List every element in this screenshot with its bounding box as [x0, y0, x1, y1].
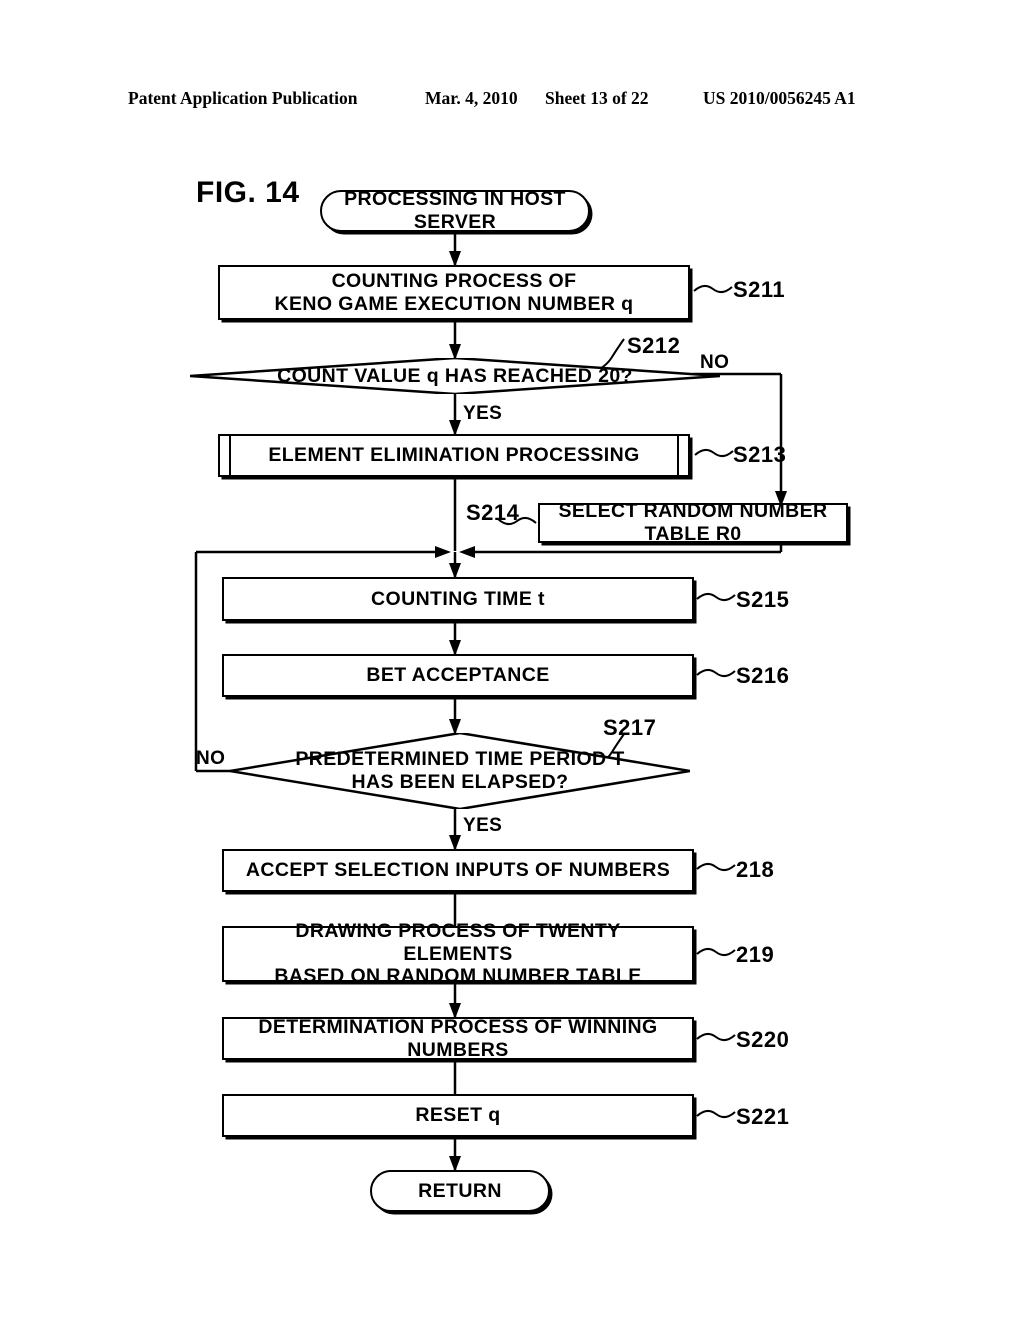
node-219-line1: DRAWING PROCESS OF TWENTY ELEMENTS [295, 920, 621, 965]
node-s213[interactable]: ELEMENT ELIMINATION PROCESSING [218, 434, 690, 477]
branch-label-s212-no: NO [700, 352, 730, 373]
node-s212-line1: COUNT VALUE q HAS REACHED 20? [277, 364, 633, 387]
step-ref-s214: S214 [466, 500, 520, 525]
branch-label-s212-yes: YES [463, 403, 503, 424]
node-s211[interactable]: COUNTING PROCESS OF KENO GAME EXECUTION … [218, 265, 690, 320]
node-s221[interactable]: RESET q [222, 1094, 694, 1137]
node-s217-line1: PREDETERMINED TIME PERIOD T [295, 748, 625, 771]
flow-start-terminal[interactable]: PROCESSING IN HOST SERVER [320, 188, 590, 233]
branch-label-s217-yes: YES [463, 815, 503, 836]
node-219[interactable]: DRAWING PROCESS OF TWENTY ELEMENTS BASED… [222, 920, 694, 987]
flowchart-diagram: PROCESSING IN HOST SERVER COUNTING PROCE… [0, 0, 1024, 1320]
step-ref-s221: S221 [736, 1104, 790, 1129]
flow-end-terminal[interactable]: RETURN [370, 1170, 550, 1212]
node-s221-label: RESET q [415, 1104, 501, 1127]
step-ref-218: 218 [736, 857, 775, 882]
node-218-label: ACCEPT SELECTION INPUTS OF NUMBERS [245, 859, 671, 882]
step-ref-219: 219 [736, 942, 775, 967]
node-s220[interactable]: DETERMINATION PROCESS OF WINNING NUMBERS [222, 1015, 694, 1061]
node-s212-label: COUNT VALUE q HAS REACHED 20? [190, 358, 720, 394]
step-ref-s211: S211 [733, 277, 786, 302]
node-s211-label: COUNTING PROCESS OF KENO GAME EXECUTION … [261, 270, 648, 315]
step-ref-s220: S220 [736, 1027, 790, 1052]
node-s214-label: SELECT RANDOM NUMBER TABLE R0 [558, 500, 828, 545]
node-s217[interactable]: PREDETERMINED TIME PERIOD T HAS BEEN ELA… [230, 733, 690, 809]
node-s217-line2: HAS BEEN ELAPSED? [351, 771, 569, 793]
node-s214[interactable]: SELECT RANDOM NUMBER TABLE R0 [538, 500, 848, 545]
flow-end-label: RETURN [418, 1179, 502, 1202]
node-s217-label: PREDETERMINED TIME PERIOD T HAS BEEN ELA… [230, 733, 690, 809]
node-219-line2: BASED ON RANDOM NUMBER TABLE [274, 965, 642, 988]
branch-label-s217-no: NO [196, 748, 226, 769]
node-s213-label: ELEMENT ELIMINATION PROCESSING [268, 444, 640, 467]
node-s215-label: COUNTING TIME t [371, 587, 545, 610]
step-ref-s213: S213 [733, 442, 787, 467]
node-s216-label: BET ACCEPTANCE [366, 664, 550, 687]
node-s216[interactable]: BET ACCEPTANCE [222, 654, 694, 697]
node-s211-line1: COUNTING PROCESS OF [331, 269, 577, 292]
step-ref-s216: S216 [736, 663, 790, 688]
step-ref-s217: S217 [603, 715, 657, 740]
node-s215[interactable]: COUNTING TIME t [222, 577, 694, 621]
node-218[interactable]: ACCEPT SELECTION INPUTS OF NUMBERS [222, 849, 694, 892]
node-s211-line2: KENO GAME EXECUTION NUMBER q [274, 292, 634, 315]
node-s220-label: DETERMINATION PROCESS OF WINNING NUMBERS [258, 1015, 658, 1061]
node-s212[interactable]: COUNT VALUE q HAS REACHED 20? [190, 358, 720, 394]
flow-start-label: PROCESSING IN HOST SERVER [344, 188, 566, 233]
step-ref-s215: S215 [736, 587, 790, 612]
node-219-label: DRAWING PROCESS OF TWENTY ELEMENTS BASED… [224, 920, 692, 988]
step-ref-s212: S212 [627, 333, 681, 358]
